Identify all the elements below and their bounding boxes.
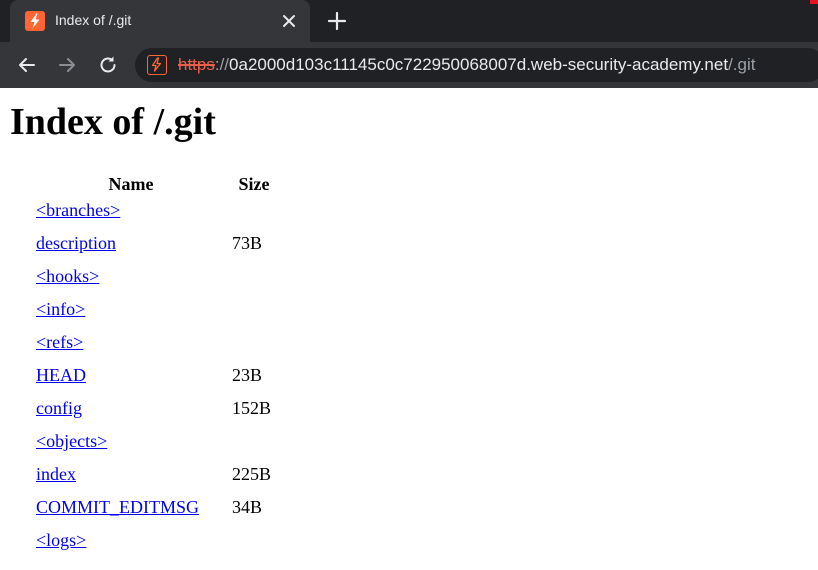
table-row: COMMIT_EDITMSG 34B — [35, 497, 281, 530]
file-link[interactable]: config — [36, 398, 82, 418]
column-header-name: Name — [108, 174, 154, 194]
file-size-cell — [231, 431, 281, 464]
file-size-cell: 73B — [232, 233, 263, 253]
window-close-edge[interactable] — [810, 0, 818, 4]
page-content: Index of /.git Name Size <branches> descr… — [0, 88, 818, 570]
table-row: <objects> — [35, 431, 281, 464]
file-link[interactable]: index — [36, 464, 76, 484]
table-row: <branches> — [35, 200, 281, 233]
close-icon[interactable] — [280, 12, 298, 30]
url-text[interactable]: https://0a2000d103c11145c0c722950068007d… — [178, 55, 755, 75]
file-link[interactable]: <branches> — [36, 200, 120, 220]
url-path: /.git — [728, 55, 756, 74]
table-row: description 73B — [35, 233, 281, 266]
tab-strip: Index of /.git — [0, 0, 818, 42]
url-separator: :// — [214, 55, 230, 74]
url-scheme: https — [178, 55, 215, 74]
table-row: <hooks> — [35, 266, 281, 299]
file-name-cell: COMMIT_EDITMSG — [35, 497, 231, 530]
file-name-cell: <hooks> — [35, 266, 231, 299]
file-link[interactable]: <refs> — [36, 332, 83, 352]
table-header-row: Name Size — [35, 174, 281, 200]
table-row: <refs> — [35, 332, 281, 365]
table-row: <logs> — [35, 530, 281, 563]
address-bar[interactable]: https://0a2000d103c11145c0c722950068007d… — [135, 48, 818, 82]
plus-icon[interactable] — [326, 10, 348, 32]
directory-listing-table: Name Size <branches> description 73B <hooks… — [35, 174, 281, 563]
file-name-cell: index — [35, 464, 231, 497]
file-size-cell: 34B — [232, 497, 263, 517]
file-link[interactable]: <info> — [36, 299, 85, 319]
table-row: config 152B — [35, 398, 281, 431]
file-name-cell: HEAD — [35, 365, 231, 398]
tab-title: Index of /.git — [55, 12, 132, 28]
reload-icon[interactable] — [96, 53, 120, 77]
column-header-size: Size — [238, 174, 270, 194]
file-name-cell: <logs> — [35, 530, 231, 563]
file-name-cell: description — [35, 233, 231, 266]
table-row: index 225B — [35, 464, 281, 497]
file-name-cell: <refs> — [35, 332, 231, 365]
browser-tab[interactable]: Index of /.git — [10, 0, 310, 42]
file-name-cell: <branches> — [35, 200, 231, 233]
file-size-cell — [231, 299, 281, 332]
file-link[interactable]: <logs> — [36, 530, 86, 550]
file-size-cell: 152B — [232, 398, 272, 418]
url-host: 0a2000d103c11145c0c722950068007d.web-sec… — [229, 55, 729, 74]
site-info-icon[interactable] — [147, 55, 167, 75]
file-link[interactable]: <objects> — [36, 431, 107, 451]
listing-body: <branches> description 73B <hooks> <info> <re… — [35, 200, 281, 563]
arrow-left-icon[interactable] — [15, 53, 39, 77]
file-size-cell: 23B — [232, 365, 263, 385]
file-link[interactable]: <hooks> — [36, 266, 99, 286]
file-name-cell: <objects> — [35, 431, 231, 464]
arrow-right-icon[interactable] — [55, 53, 79, 77]
web-security-academy-icon — [25, 11, 45, 31]
file-size-cell: 225B — [232, 464, 272, 484]
file-size-cell — [231, 332, 281, 365]
file-size-cell — [231, 530, 281, 563]
file-size-cell — [231, 200, 281, 233]
table-row: HEAD 23B — [35, 365, 281, 398]
file-link[interactable]: HEAD — [36, 365, 86, 385]
file-name-cell: <info> — [35, 299, 231, 332]
page-title: Index of /.git — [10, 101, 216, 143]
file-name-cell: config — [35, 398, 231, 431]
table-row: <info> — [35, 299, 281, 332]
file-link[interactable]: COMMIT_EDITMSG — [36, 497, 199, 517]
file-size-cell — [231, 266, 281, 299]
file-link[interactable]: description — [36, 233, 116, 253]
